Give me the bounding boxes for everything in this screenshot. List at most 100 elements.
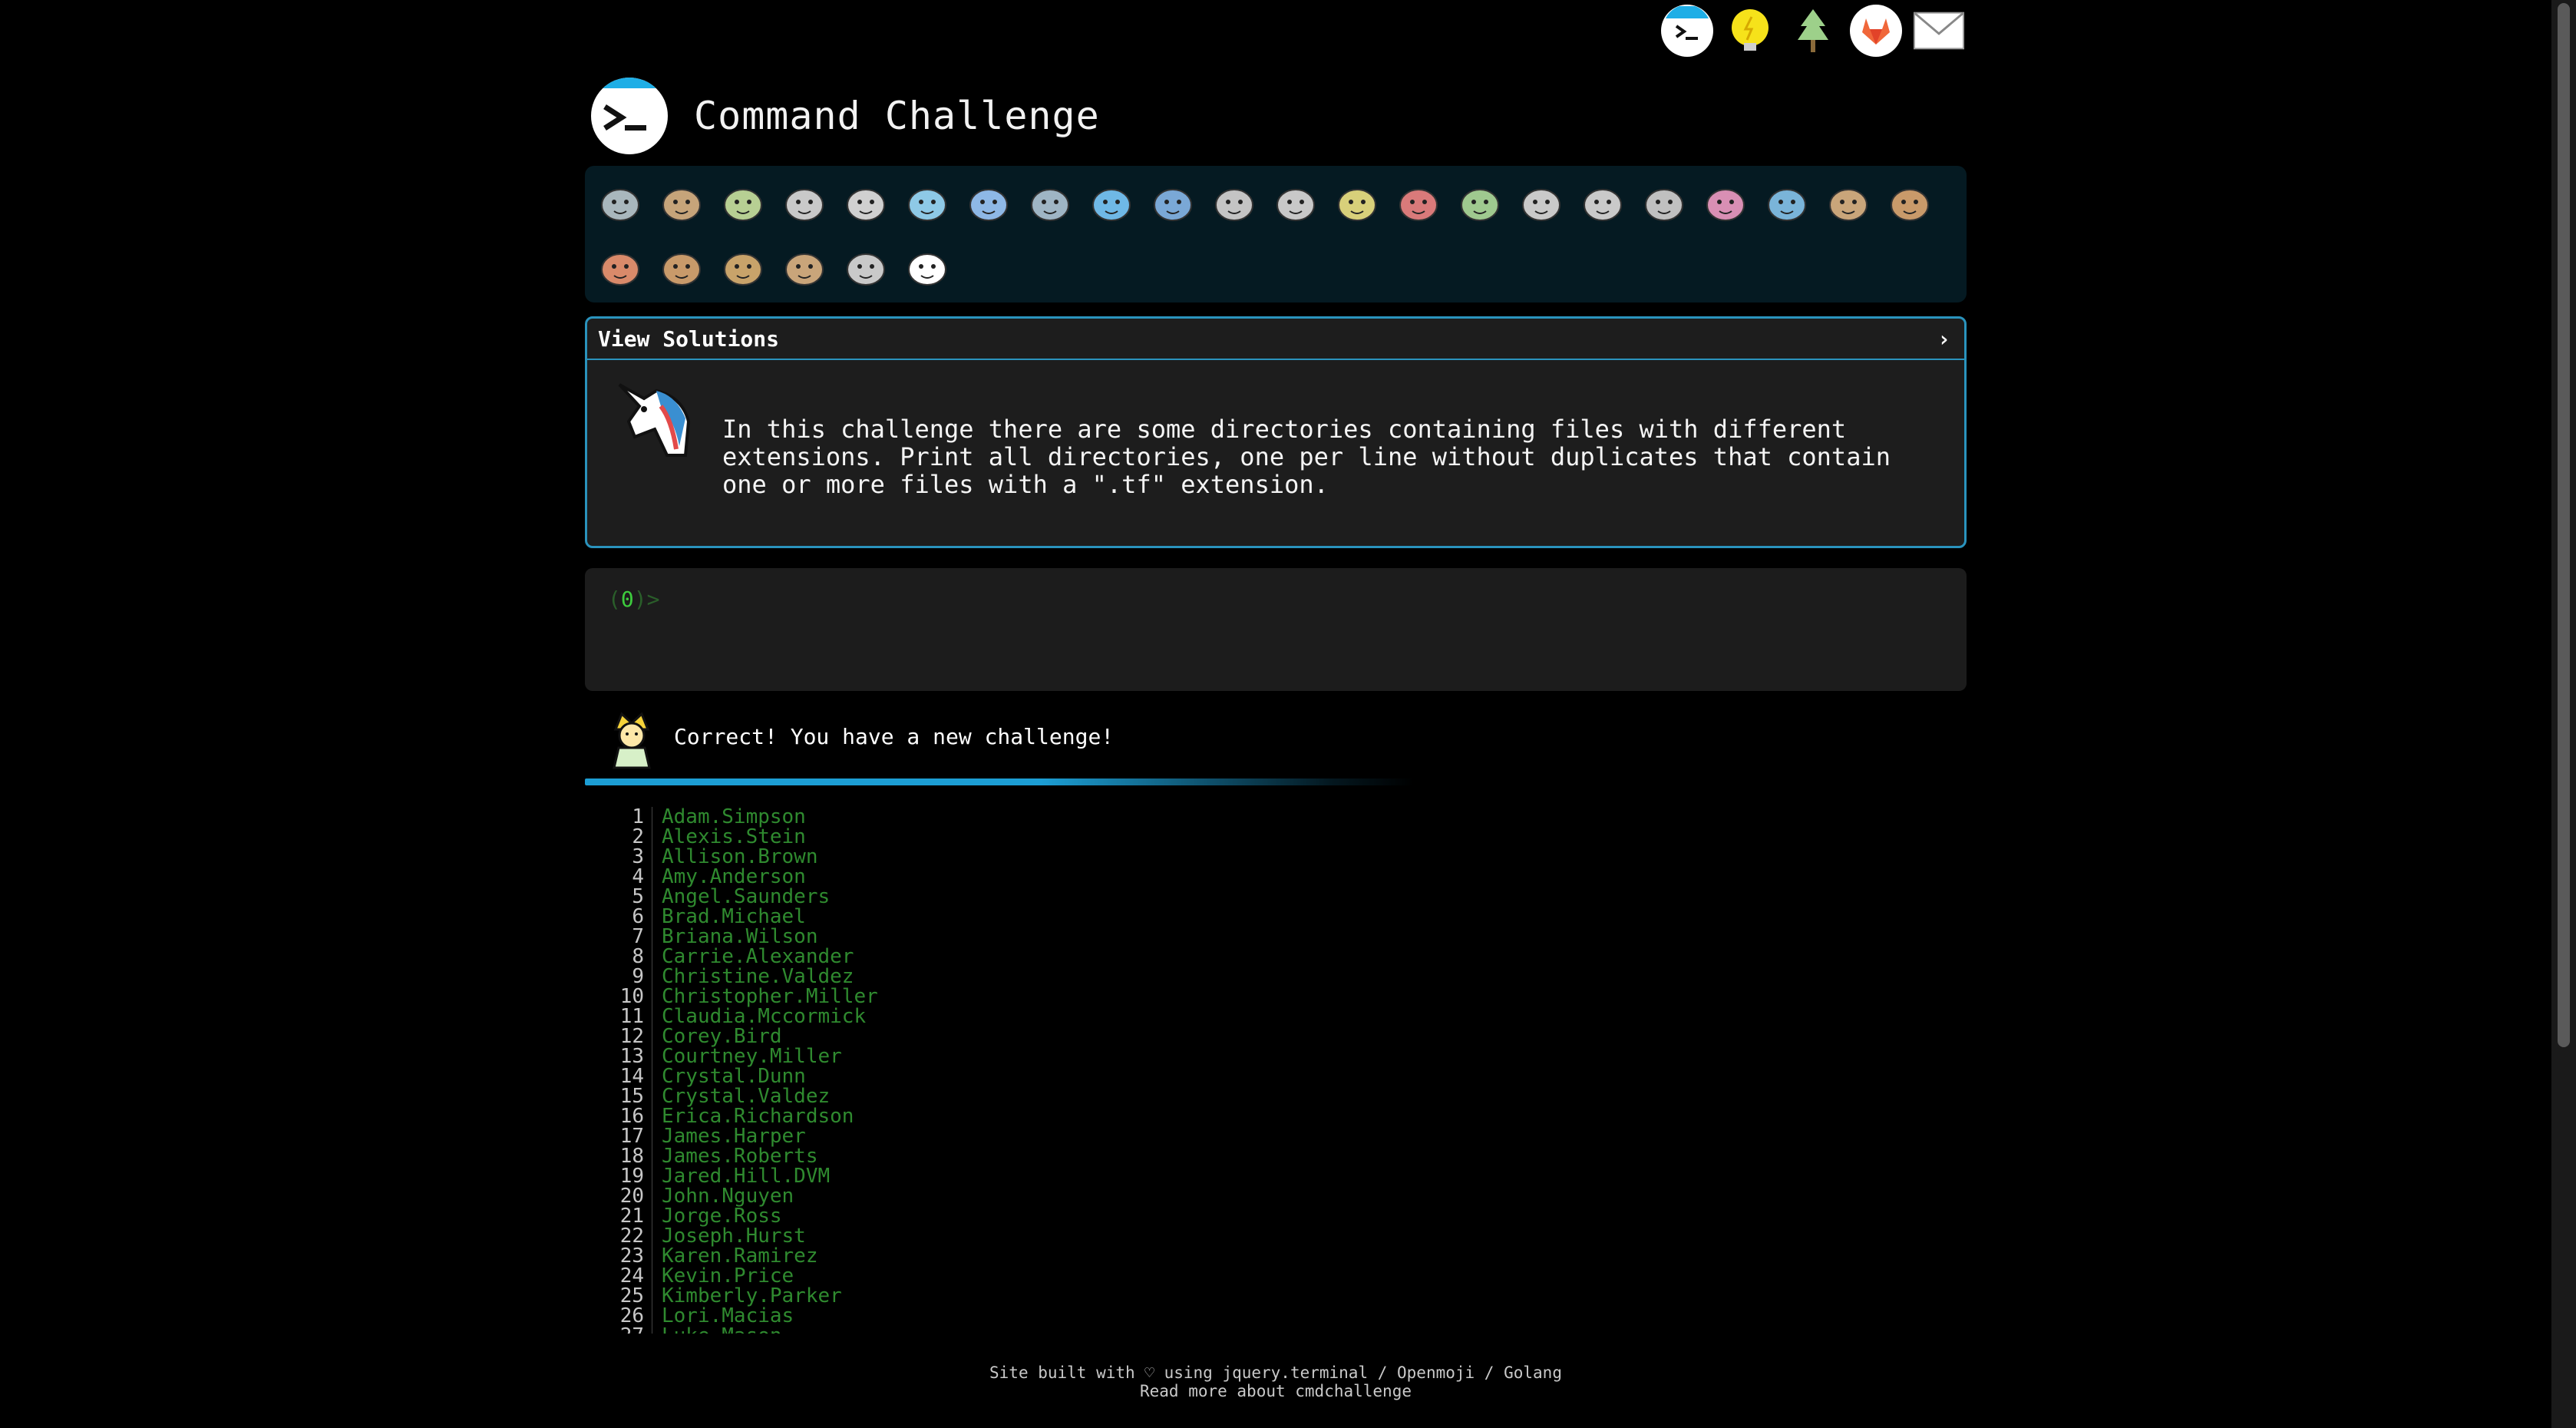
shark-icon[interactable] [1022, 174, 1078, 233]
monkey-icon[interactable] [1821, 174, 1876, 233]
line-number: 10 [585, 987, 652, 1007]
line-number: 26 [585, 1306, 652, 1326]
ladybug-icon[interactable] [1391, 174, 1446, 233]
dolphin-icon[interactable] [961, 174, 1016, 233]
page: Command Challenge View Solutions › In th… [0, 0, 2576, 1428]
footer-read-more-link[interactable]: Read more about cmdchallenge [585, 1382, 1967, 1400]
tiger-icon[interactable] [777, 238, 832, 298]
output-value: Luke.Mason [662, 1326, 782, 1334]
output-value: Joseph.Hurst [662, 1225, 806, 1248]
line-number: 25 [585, 1286, 652, 1306]
line-number: 15 [585, 1086, 652, 1106]
line-number: 18 [585, 1146, 652, 1166]
tropical-fish-icon[interactable] [1145, 174, 1200, 233]
line-number: 20 [585, 1186, 652, 1206]
output-value: Briana.Wilson [662, 925, 818, 948]
output-value: Brad.Michael [662, 905, 806, 928]
scorpion-icon[interactable] [1575, 174, 1630, 233]
cat-icon[interactable] [654, 238, 709, 298]
output-value: Crystal.Valdez [662, 1085, 831, 1108]
line-number: 3 [585, 847, 652, 867]
output-value: James.Roberts [662, 1145, 818, 1168]
blowfish-icon[interactable] [1207, 174, 1262, 233]
output-value: Corey.Bird [662, 1025, 782, 1048]
unicorn-icon[interactable] [900, 238, 955, 298]
logo-icon[interactable] [591, 78, 668, 154]
line-number: 8 [585, 947, 652, 967]
line-number: 22 [585, 1226, 652, 1246]
output-list: 1 Adam.Simpson 2 Alexis.Stein 3 Allison.Brown… [585, 807, 1967, 1334]
snail-icon[interactable] [593, 174, 648, 233]
footer-credits: Site built with ♡ using jquery.terminal … [989, 1364, 1562, 1382]
output-value: Claudia.Mccormick [662, 1005, 867, 1028]
output-line: 2 Alexis.Stein [585, 827, 1967, 847]
whale-icon[interactable] [900, 174, 955, 233]
lion-icon[interactable] [715, 238, 771, 298]
wolf-icon[interactable] [1268, 174, 1323, 233]
challenge-description: In this challenge there are some directo… [722, 415, 1891, 499]
output-value: Lori.Macias [662, 1304, 794, 1327]
line-number: 16 [585, 1106, 652, 1126]
gitlab-icon[interactable] [1850, 5, 1902, 57]
line-number: 9 [585, 967, 652, 987]
output-line: 15 Crystal.Valdez [585, 1086, 1967, 1106]
line-number: 7 [585, 927, 652, 947]
dog-icon[interactable] [1882, 174, 1937, 233]
line-number: 21 [585, 1206, 652, 1226]
tree-icon[interactable] [1787, 5, 1839, 57]
output-value: Courtney.Miller [662, 1045, 842, 1068]
scrollbar[interactable] [2551, 0, 2576, 1428]
caterpillar-icon[interactable] [715, 174, 771, 233]
line-number: 23 [585, 1246, 652, 1266]
output-value: Adam.Simpson [662, 807, 806, 828]
output-value: Allison.Brown [662, 845, 818, 868]
fish-icon[interactable] [1084, 174, 1139, 233]
microbe-icon[interactable] [838, 174, 893, 233]
page-title: Command Challenge [694, 94, 1100, 138]
prompt-close: )> [633, 587, 660, 612]
output-line: 7 Briana.Wilson [585, 927, 1967, 947]
chevron-right-icon: › [1937, 326, 1950, 352]
terminal-icon[interactable] [1661, 5, 1713, 57]
output-line: 3 Allison.Brown [585, 847, 1967, 867]
challenge-panel: View Solutions › In this challenge there… [585, 316, 1967, 548]
terminal-input[interactable]: (0)> [585, 568, 1967, 691]
ant-icon[interactable] [777, 174, 832, 233]
view-solutions-toggle[interactable]: View Solutions › [587, 319, 1964, 360]
butterfly-icon[interactable] [654, 174, 709, 233]
line-number: 19 [585, 1166, 652, 1186]
status-row: Correct! You have a new challenge! [585, 702, 1967, 771]
output-value: Alexis.Stein [662, 825, 806, 848]
line-number: 27 [585, 1326, 652, 1334]
horse-icon[interactable] [838, 238, 893, 298]
output-line: 26 Lori.Macias [585, 1306, 1967, 1326]
output-line: 1 Adam.Simpson [585, 807, 1967, 827]
line-number: 2 [585, 827, 652, 847]
output-line: 8 Carrie.Alexander [585, 947, 1967, 967]
output-value: Jared.Hill.DVM [662, 1165, 831, 1188]
output-value: John.Nguyen [662, 1185, 794, 1208]
output-line: 10 Christopher.Miller [585, 987, 1967, 1007]
cricket-icon[interactable] [1452, 174, 1508, 233]
spider-icon[interactable] [1514, 174, 1569, 233]
output-line: 19 Jared.Hill.DVM [585, 1166, 1967, 1186]
output-line: 12 Corey.Bird [585, 1026, 1967, 1046]
line-number: 14 [585, 1066, 652, 1086]
worm-icon[interactable] [1698, 174, 1753, 233]
output-value: Jorge.Ross [662, 1205, 782, 1228]
lightbulb-icon[interactable] [1724, 5, 1776, 57]
fly-icon[interactable] [1636, 174, 1692, 233]
bee-icon[interactable] [1329, 174, 1385, 233]
output-line: 11 Claudia.Mccormick [585, 1007, 1967, 1026]
line-number: 13 [585, 1046, 652, 1066]
line-number: 5 [585, 887, 652, 907]
microbe2-icon[interactable] [1759, 174, 1815, 233]
fox-icon[interactable] [593, 238, 648, 298]
scroll-thumb[interactable] [2558, 3, 2570, 1047]
mail-icon[interactable] [1913, 5, 1965, 57]
output-value: James.Harper [662, 1125, 806, 1148]
line-number: 6 [585, 907, 652, 927]
output-line: 17 James.Harper [585, 1126, 1967, 1146]
output-value: Crystal.Dunn [662, 1065, 806, 1088]
output-line: 20 John.Nguyen [585, 1186, 1967, 1206]
